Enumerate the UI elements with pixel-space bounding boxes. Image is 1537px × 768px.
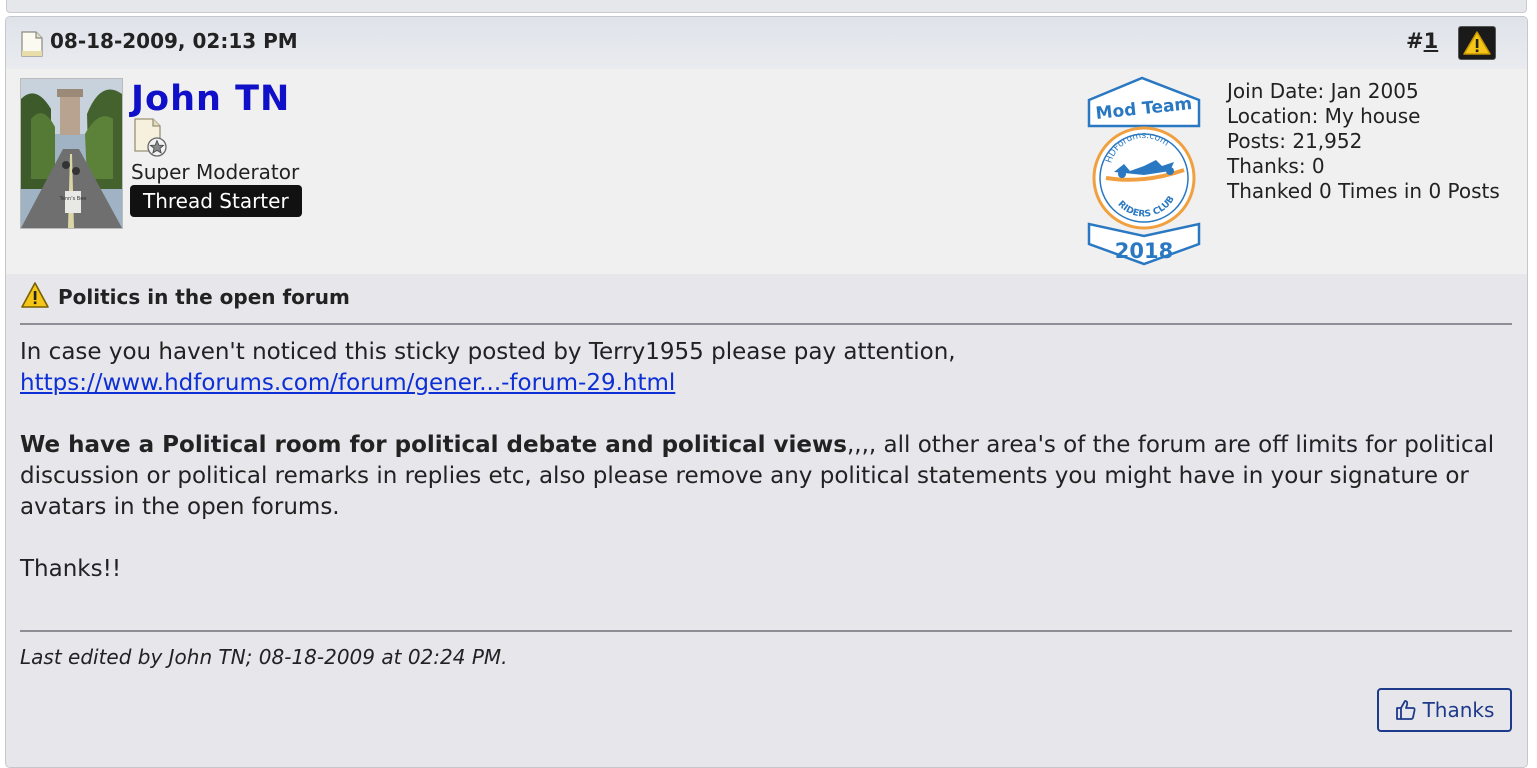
post-content: In case you haven't noticed this sticky … [20, 337, 1512, 585]
forum-post: 08-18-2009, 02:13 PM #1 Tenn's Bee John … [5, 16, 1528, 768]
post-body: Politics in the open forum In case you h… [20, 279, 1513, 585]
rank-star-icon [133, 118, 167, 162]
warning-icon [1463, 31, 1491, 55]
user-stats: Join Date: Jan 2005 Location: My house P… [1227, 79, 1500, 204]
user-info-panel: Tenn's Bee John TN Super Moderator Threa… [6, 69, 1527, 274]
avatar[interactable]: Tenn's Bee [20, 78, 123, 229]
edit-divider [20, 630, 1512, 632]
post-number: #1 [1406, 29, 1438, 53]
username-link[interactable]: John TN [131, 79, 290, 119]
stat-thanked: Thanked 0 Times in 0 Posts [1227, 179, 1500, 203]
post-number-prefix: # [1406, 29, 1424, 53]
post-title-row: Politics in the open forum [20, 279, 1513, 315]
stat-thanks: Thanks: 0 [1227, 154, 1325, 178]
previous-post-edge [6, 0, 1527, 13]
post-title: Politics in the open forum [58, 285, 350, 309]
thanks-button[interactable]: Thanks [1377, 688, 1512, 732]
sticky-thread-link[interactable]: https://www.hdforums.com/forum/gener...-… [20, 370, 675, 396]
thumbs-up-icon [1395, 700, 1416, 720]
thread-starter-badge: Thread Starter [130, 185, 302, 217]
post-header: 08-18-2009, 02:13 PM #1 [6, 17, 1527, 69]
warning-icon [20, 281, 50, 313]
content-paragraph: We have a Political room for political d… [20, 430, 1512, 523]
avatar-caption: Tenn's Bee [59, 196, 87, 202]
user-title: Super Moderator [131, 160, 300, 184]
content-line-1: In case you haven't noticed this sticky … [20, 339, 956, 365]
stat-join-date: Join Date: Jan 2005 [1227, 79, 1419, 103]
document-icon [21, 31, 43, 61]
stat-location: Location: My house [1227, 104, 1421, 128]
stat-posts: Posts: 21,952 [1227, 129, 1363, 153]
post-number-link[interactable]: 1 [1424, 29, 1439, 53]
report-post-button[interactable] [1458, 26, 1496, 60]
thanks-label: Thanks [1422, 698, 1495, 722]
post-date: 08-18-2009, 02:13 PM [50, 29, 298, 53]
title-divider [20, 323, 1512, 325]
last-edited-note: Last edited by John TN; 08-18-2009 at 02… [20, 645, 508, 669]
content-bold: We have a Political room for political d… [20, 432, 847, 458]
content-closing: Thanks!! [20, 556, 122, 582]
mod-badge-year: 2018 [1115, 239, 1173, 263]
mod-team-badge: Mod Team HDForums.com RIDERS CLUB 2018 [1084, 74, 1204, 272]
